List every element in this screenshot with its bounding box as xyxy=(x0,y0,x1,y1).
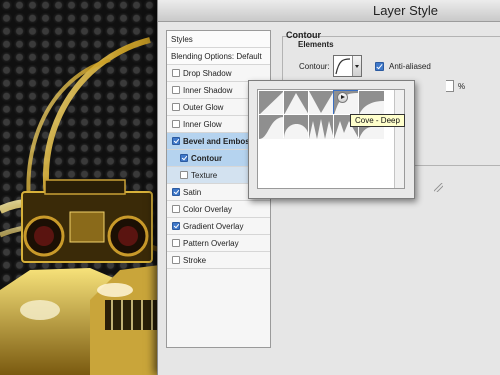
preset-tooltip: Cove - Deep xyxy=(350,114,405,127)
style-item-stroke[interactable]: Stroke xyxy=(167,252,270,269)
outer-glow-checkbox[interactable] xyxy=(172,103,180,111)
style-item-label: Texture xyxy=(191,171,218,180)
style-item-label: Stroke xyxy=(183,256,207,265)
style-item-label: Gradient Overlay xyxy=(183,222,244,231)
chevron-down-icon[interactable] xyxy=(352,56,361,76)
color-overlay-checkbox[interactable] xyxy=(172,205,180,213)
styles-header[interactable]: Styles xyxy=(167,31,270,48)
drop-shadow-checkbox[interactable] xyxy=(172,69,180,77)
style-item-label: Pattern Overlay xyxy=(183,239,239,248)
contour-preset-cove-shallow[interactable] xyxy=(358,90,384,115)
style-item-label: Drop Shadow xyxy=(183,69,232,78)
antialiased-checkbox[interactable] xyxy=(375,62,384,71)
elements-subgroup-title: Elements xyxy=(296,40,336,49)
inner-shadow-checkbox[interactable] xyxy=(172,86,180,94)
style-item-gradient-overlay[interactable]: Gradient Overlay xyxy=(167,218,270,235)
inner-glow-checkbox[interactable] xyxy=(172,120,180,128)
contour-picker[interactable] xyxy=(333,55,362,77)
pattern-overlay-checkbox[interactable] xyxy=(172,239,180,247)
contour-preset-cone[interactable] xyxy=(283,90,309,115)
style-item-pattern-overlay[interactable]: Pattern Overlay xyxy=(167,235,270,252)
layer-style-dialog: Layer Style Styles Blending Options: Def… xyxy=(157,0,500,375)
gradient-overlay-checkbox[interactable] xyxy=(172,222,180,230)
triangle-right-icon[interactable] xyxy=(337,92,348,103)
bevel-emboss-checkbox[interactable] xyxy=(172,137,180,145)
contour-preview-icon xyxy=(335,58,351,75)
popup-scrollbar[interactable] xyxy=(394,90,404,188)
satin-checkbox[interactable] xyxy=(172,188,180,196)
contour-preset-grid xyxy=(257,89,405,189)
contour-preset-gaussian[interactable] xyxy=(258,114,284,139)
range-unit: % xyxy=(458,82,466,91)
contour-group-title: Contour xyxy=(286,30,321,40)
range-field[interactable] xyxy=(446,80,454,92)
style-item-label: Contour xyxy=(191,154,223,163)
resize-grip-icon[interactable] xyxy=(434,183,443,192)
contour-preset-linear[interactable] xyxy=(258,90,284,115)
contour-checkbox[interactable] xyxy=(180,154,188,162)
blending-options-item[interactable]: Blending Options: Default xyxy=(167,48,270,65)
texture-checkbox[interactable] xyxy=(180,171,188,179)
style-item-color-overlay[interactable]: Color Overlay xyxy=(167,201,270,218)
style-item-label: Satin xyxy=(183,188,202,197)
contour-preset-cone-inverted[interactable] xyxy=(308,90,334,115)
contour-preset-ring[interactable] xyxy=(308,114,334,139)
stroke-checkbox[interactable] xyxy=(172,256,180,264)
style-item-label: Color Overlay xyxy=(183,205,232,214)
style-item-label: Bevel and Emboss xyxy=(183,137,255,146)
dialog-title: Layer Style xyxy=(372,3,439,18)
antialiased-label: Anti-aliased xyxy=(389,62,431,71)
style-item-label: Inner Glow xyxy=(183,120,222,129)
contour-field-label: Contour: xyxy=(299,62,330,71)
style-item-label: Inner Shadow xyxy=(183,86,233,95)
style-item-label: Outer Glow xyxy=(183,103,224,112)
contour-preset-popup xyxy=(248,80,415,199)
contour-preset-half-round[interactable] xyxy=(283,114,309,139)
dialog-titlebar[interactable]: Layer Style xyxy=(158,0,500,22)
